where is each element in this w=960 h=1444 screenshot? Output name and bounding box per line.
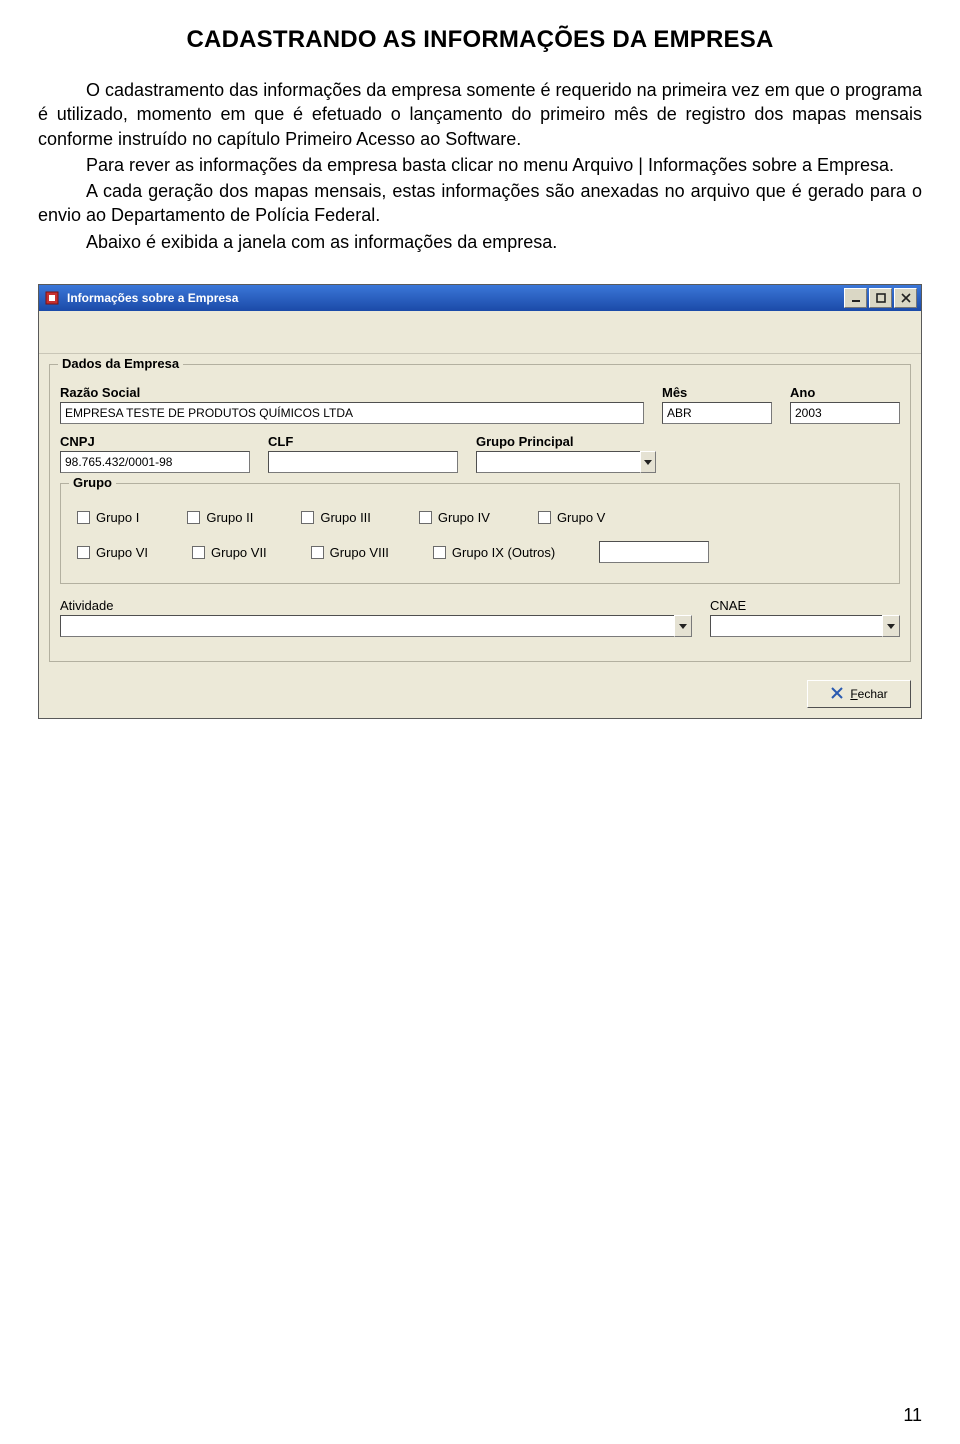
minimize-button[interactable] [844, 288, 867, 308]
app-icon [43, 289, 61, 307]
checkbox-label: Grupo I [96, 510, 139, 525]
grupo-principal-input[interactable] [476, 451, 640, 473]
label-mes: Mês [662, 385, 772, 400]
checkbox-label: Grupo IX (Outros) [452, 545, 555, 560]
chevron-down-icon[interactable] [640, 451, 656, 473]
label-ano: Ano [790, 385, 900, 400]
cnpj-input[interactable] [60, 451, 250, 473]
label-cnae: CNAE [710, 598, 900, 613]
client-area: Dados da Empresa Razão Social Mês Ano [39, 311, 921, 718]
chevron-down-icon[interactable] [882, 615, 900, 637]
window: Informações sobre a Empresa Dados da Emp… [38, 284, 922, 719]
checkbox-label: Grupo V [557, 510, 605, 525]
app-screenshot: Informações sobre a Empresa Dados da Emp… [38, 284, 922, 719]
label-cnpj: CNPJ [60, 434, 250, 449]
close-x-icon [830, 686, 844, 703]
checkbox-grupo-viii[interactable]: Grupo VIII [311, 545, 389, 560]
paragraph-1: O cadastramento das informações da empre… [38, 78, 922, 151]
checkbox-grupo-ix[interactable]: Grupo IX (Outros) [433, 545, 555, 560]
paragraph-2: Para rever as informações da empresa bas… [38, 153, 922, 177]
mes-input[interactable] [662, 402, 772, 424]
page-number: 11 [903, 1405, 922, 1426]
label-razao-social: Razão Social [60, 385, 644, 400]
checkbox-label: Grupo II [206, 510, 253, 525]
grupo-principal-combo[interactable] [476, 451, 656, 473]
titlebar: Informações sobre a Empresa [39, 285, 921, 311]
paragraph-3: A cada geração dos mapas mensais, estas … [38, 179, 922, 228]
label-clf: CLF [268, 434, 458, 449]
checkbox-grupo-vii[interactable]: Grupo VII [192, 545, 267, 560]
cnae-input[interactable] [710, 615, 882, 637]
fechar-button-label: Fechar [850, 687, 887, 701]
cnae-combo[interactable] [710, 615, 900, 637]
checkbox-label: Grupo III [320, 510, 371, 525]
toolbar-area [39, 311, 921, 354]
label-atividade: Atividade [60, 598, 692, 613]
checkbox-label: Grupo IV [438, 510, 490, 525]
checkbox-grupo-iv[interactable]: Grupo IV [419, 510, 490, 525]
checkbox-label: Grupo VII [211, 545, 267, 560]
maximize-button[interactable] [869, 288, 892, 308]
chevron-down-icon[interactable] [674, 615, 692, 637]
atividade-input[interactable] [60, 615, 674, 637]
checkbox-grupo-iii[interactable]: Grupo III [301, 510, 371, 525]
fechar-button[interactable]: Fechar [807, 680, 911, 708]
grupo-ix-extra-input[interactable] [599, 541, 709, 563]
document-body: O cadastramento das informações da empre… [38, 78, 922, 254]
checkbox-label: Grupo VIII [330, 545, 389, 560]
fieldset-grupo-legend: Grupo [69, 475, 116, 490]
label-grupo-principal: Grupo Principal [476, 434, 656, 449]
clf-input[interactable] [268, 451, 458, 473]
fieldset-dados-legend: Dados da Empresa [58, 356, 183, 371]
ano-input[interactable] [790, 402, 900, 424]
razao-social-input[interactable] [60, 402, 644, 424]
checkbox-grupo-vi[interactable]: Grupo VI [77, 545, 148, 560]
checkbox-label: Grupo VI [96, 545, 148, 560]
fieldset-grupo: Grupo Grupo I Grupo II Grupo III Grupo I… [60, 483, 900, 584]
paragraph-4: Abaixo é exibida a janela com as informa… [38, 230, 922, 254]
fieldset-dados-empresa: Dados da Empresa Razão Social Mês Ano [49, 364, 911, 662]
button-bar: Fechar [39, 674, 921, 718]
page-title: CADASTRANDO AS INFORMAÇÕES DA EMPRESA [38, 26, 922, 54]
window-title: Informações sobre a Empresa [67, 291, 238, 305]
checkbox-grupo-i[interactable]: Grupo I [77, 510, 139, 525]
checkbox-grupo-ii[interactable]: Grupo II [187, 510, 253, 525]
window-buttons [844, 288, 917, 308]
close-button[interactable] [894, 288, 917, 308]
checkbox-grupo-v[interactable]: Grupo V [538, 510, 605, 525]
atividade-combo[interactable] [60, 615, 692, 637]
